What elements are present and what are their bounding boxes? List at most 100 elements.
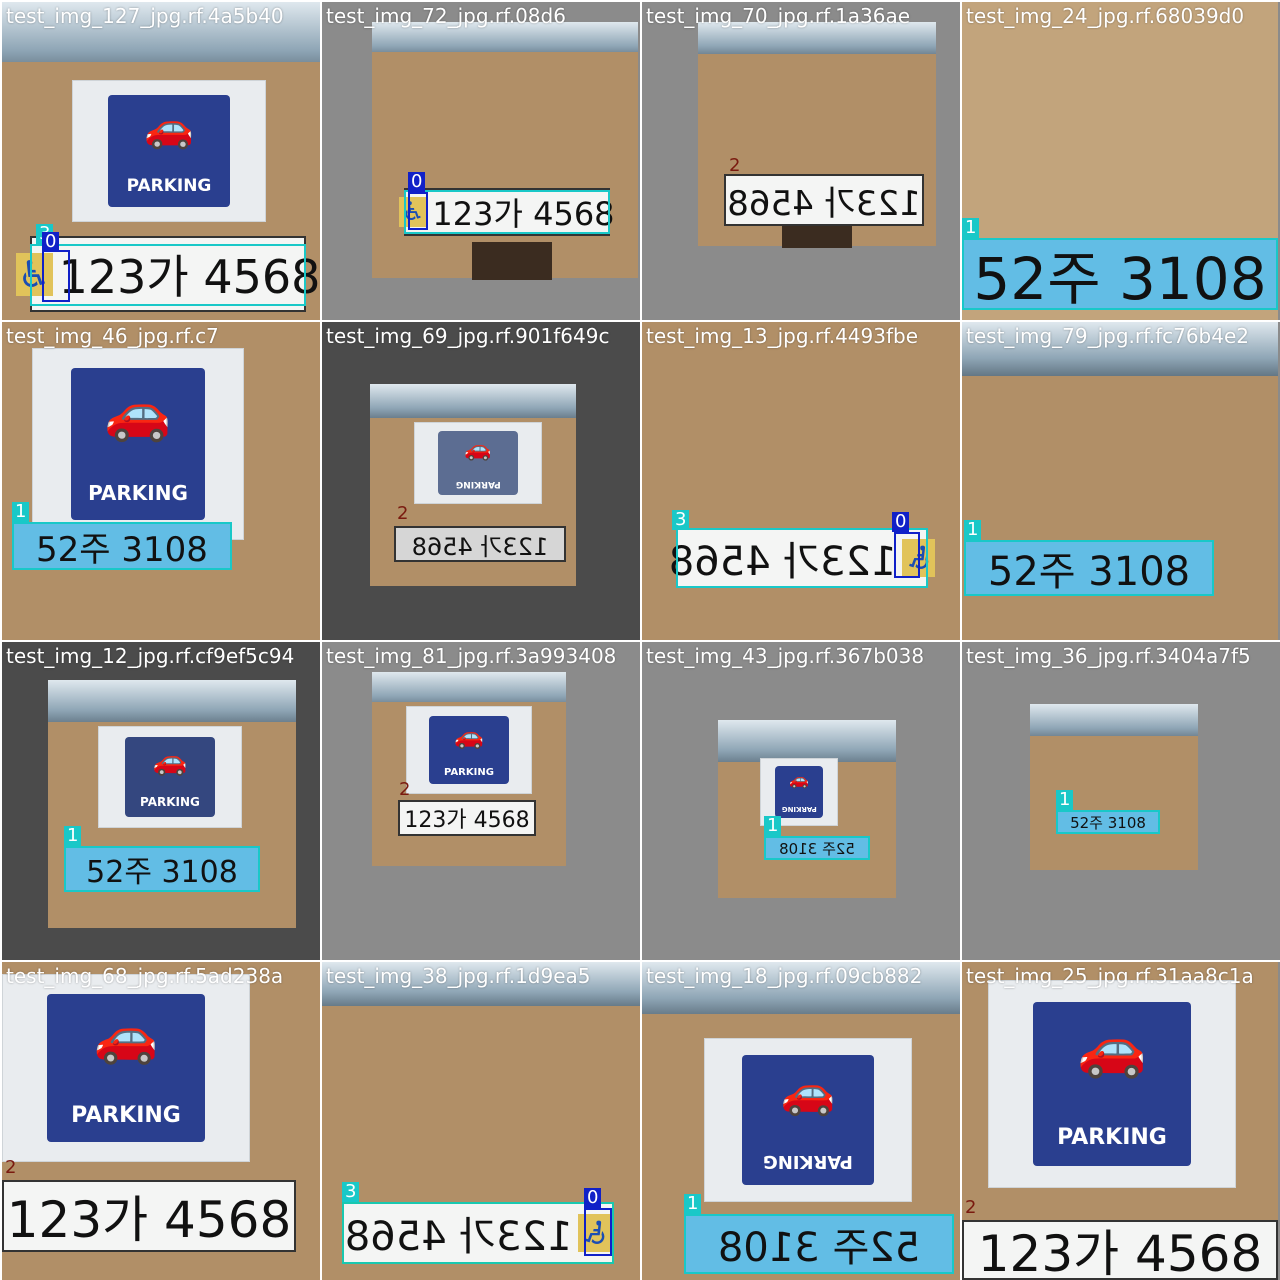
tile-filename: test_img_72_jpg.rf.08d6 xyxy=(326,4,566,28)
car-icon: 🚗 xyxy=(789,769,809,789)
plate-text: 52주 3108 xyxy=(1070,813,1146,832)
parking-sign: 🚗 PARKING xyxy=(414,422,542,504)
tile-filename: test_img_13_jpg.rf.4493fbe xyxy=(646,324,919,348)
tile-filename: test_img_43_jpg.rf.367b038 xyxy=(646,644,925,668)
parking-sign-panel: 🚗 PARKING xyxy=(47,993,205,1143)
detection-mosaic: 🚗 PARKING ♿ 123가 4568 3 0 test_img_127_j… xyxy=(0,0,1280,1280)
parking-sign: 🚗 PARKING xyxy=(32,348,244,540)
bbox-label-2: 2 xyxy=(5,1157,17,1178)
bbox-label-1: 1 xyxy=(962,218,980,238)
tile-filename: test_img_46_jpg.rf.c7 xyxy=(6,324,219,348)
bbox-label-3: 3 xyxy=(672,510,690,530)
parking-sign: 🚗 PARKING xyxy=(704,1038,912,1202)
mosaic-tile-15[interactable]: 🚗 PARKING 52주 3108 1 test_img_18_jpg.rf.… xyxy=(642,962,960,1280)
parking-sign-label: PARKING xyxy=(1057,1124,1167,1150)
license-plate: 123가 4568 xyxy=(2,1180,296,1252)
mosaic-tile-4[interactable]: 52주 3108 1 test_img_24_jpg.rf.68039d0 xyxy=(962,2,1280,320)
car-icon: 🚗 xyxy=(152,743,188,777)
bbox-label-1: 1 xyxy=(64,826,82,846)
parking-sign-label: PARKING xyxy=(455,478,501,489)
mosaic-tile-10[interactable]: 🚗 PARKING 123가 4568 2 test_img_81_jpg.rf… xyxy=(322,642,640,960)
bbox-label-0: 0 xyxy=(42,232,60,252)
parking-sign-panel: 🚗 PARKING xyxy=(124,737,216,817)
plate-text: 52주 3108 xyxy=(973,245,1267,313)
license-plate-blue: 52주 3108 xyxy=(962,238,1278,313)
parking-sign-label: PARKING xyxy=(140,795,200,809)
car-icon: 🚗 xyxy=(464,436,492,462)
license-plate-mirrored: 123가 4568 xyxy=(724,174,924,226)
mosaic-tile-11[interactable]: 🚗 PARKING 52주 3108 1 test_img_43_jpg.rf.… xyxy=(642,642,960,960)
tile-filename: test_img_25_jpg.rf.31aa8c1a xyxy=(966,964,1254,988)
mosaic-tile-9[interactable]: 🚗 PARKING 52주 3108 1 test_img_12_jpg.rf.… xyxy=(2,642,320,960)
mosaic-tile-3[interactable]: 123가 4568 2 test_img_70_jpg.rf.1a36ae xyxy=(642,2,960,320)
parking-sign-panel: 🚗 PARKING xyxy=(429,715,509,785)
tile-filename: test_img_38_jpg.rf.1d9ea5 xyxy=(326,964,591,988)
parking-sign-panel: 🚗 PARKING xyxy=(774,765,824,819)
plate-text: 123가 4568 xyxy=(344,1214,573,1260)
mosaic-tile-13[interactable]: 🚗 PARKING 123가 4568 2 test_img_68_jpg.rf… xyxy=(2,962,320,1280)
license-plate-mirrored: 123가 4568 xyxy=(394,526,566,562)
wheelchair-icon: ♿ xyxy=(399,197,427,227)
license-plate: 123가 4568 xyxy=(962,1220,1278,1280)
wheelchair-icon: ♿ xyxy=(15,252,53,296)
tile-filename: test_img_70_jpg.rf.1a36ae xyxy=(646,4,911,28)
mosaic-tile-14[interactable]: ♿ 123가 4568 3 0 test_img_38_jpg.rf.1d9ea… xyxy=(322,962,640,1280)
mosaic-tile-7[interactable]: ♿ 123가 4568 3 0 test_img_13_jpg.rf.4493f… xyxy=(642,322,960,640)
parking-sign-panel: 🚗 PARKING xyxy=(1033,1001,1191,1167)
parking-sign: 🚗 PARKING xyxy=(406,706,532,794)
car-icon: 🚗 xyxy=(780,1066,836,1118)
mosaic-tile-5[interactable]: 🚗 PARKING 52주 3108 1 test_img_46_jpg.rf.… xyxy=(2,322,320,640)
mosaic-tile-16[interactable]: 🚗 PARKING 123가 4568 2 test_img_25_jpg.rf… xyxy=(962,962,1280,1280)
tile-filename: test_img_18_jpg.rf.09cb882 xyxy=(646,964,923,988)
car-icon: 🚗 xyxy=(144,105,194,152)
tile-filename: test_img_127_jpg.rf.4a5b40 xyxy=(6,4,284,28)
plate-stand xyxy=(782,224,852,248)
tile-filename: test_img_68_jpg.rf.5ad238a xyxy=(6,964,284,988)
plate-text: 123가 4568 xyxy=(411,532,549,561)
parking-sign: 🚗 PARKING xyxy=(72,80,266,222)
cardboard-wall xyxy=(962,376,1278,640)
license-plate-blue: 52주 3108 xyxy=(64,846,260,892)
parking-sign-label: PARKING xyxy=(781,805,817,814)
mosaic-tile-8[interactable]: 52주 3108 1 test_img_79_jpg.rf.fc76b4e2 xyxy=(962,322,1280,640)
plate-text: 52주 3108 xyxy=(987,549,1191,595)
parking-sign-label: PARKING xyxy=(88,480,188,505)
license-plate: ♿ 123가 4568 xyxy=(399,188,615,236)
bbox-label-0: 0 xyxy=(408,172,426,192)
license-plate: ♿ 123가 4568 xyxy=(15,236,320,312)
plate-text: 123가 4568 xyxy=(668,539,897,585)
car-icon: 🚗 xyxy=(104,381,172,445)
bbox-label-2: 2 xyxy=(397,503,409,524)
parking-sign-label: PARKING xyxy=(126,175,212,196)
plate-text: 123가 4568 xyxy=(432,195,615,233)
parking-sign: 🚗 PARKING xyxy=(98,726,242,828)
tile-filename: test_img_81_jpg.rf.3a993408 xyxy=(326,644,617,668)
bbox-label-2: 2 xyxy=(729,155,741,176)
plate-text: 52주 3108 xyxy=(717,1225,921,1271)
parking-sign-panel: 🚗 PARKING xyxy=(107,95,231,207)
plate-text: 52주 3108 xyxy=(36,529,208,570)
plate-text: 52주 3108 xyxy=(779,839,855,858)
license-plate-blue: 52주 3108 xyxy=(12,522,232,570)
wheelchair-icon: ♿ xyxy=(578,1214,612,1252)
parking-sign-panel: 🚗 PARKING xyxy=(437,431,519,495)
license-plate-blue: 52주 3108 xyxy=(964,540,1214,596)
license-plate-blue: 52주 3108 xyxy=(1056,810,1160,834)
tile-filename: test_img_12_jpg.rf.cf9ef5c94 xyxy=(6,644,295,668)
plate-stand xyxy=(472,242,552,280)
bbox-label-1: 1 xyxy=(964,520,982,540)
mosaic-tile-6[interactable]: 🚗 PARKING 123가 4568 2 test_img_69_jpg.rf… xyxy=(322,322,640,640)
plate-text: 123가 4568 xyxy=(58,250,320,304)
parking-sign: 🚗 PARKING xyxy=(988,980,1236,1188)
plate-text: 52주 3108 xyxy=(86,855,238,890)
mosaic-tile-1[interactable]: 🚗 PARKING ♿ 123가 4568 3 0 test_img_127_j… xyxy=(2,2,320,320)
bbox-label-1: 1 xyxy=(1056,790,1074,810)
parking-sign-label: PARKING xyxy=(763,1150,853,1172)
tile-filename: test_img_36_jpg.rf.3404a7f5 xyxy=(966,644,1251,668)
license-plate-blue-mirrored: 52주 3108 xyxy=(764,836,870,860)
plate-text: 123가 4568 xyxy=(727,183,921,224)
mosaic-tile-2[interactable]: ♿ 123가 4568 0 test_img_72_jpg.rf.08d6 xyxy=(322,2,640,320)
mosaic-tile-12[interactable]: 52주 3108 1 test_img_36_jpg.rf.3404a7f5 xyxy=(962,642,1280,960)
cardboard-wall xyxy=(642,322,960,640)
license-plate-mirrored: ♿ 123가 4568 xyxy=(342,1202,614,1264)
